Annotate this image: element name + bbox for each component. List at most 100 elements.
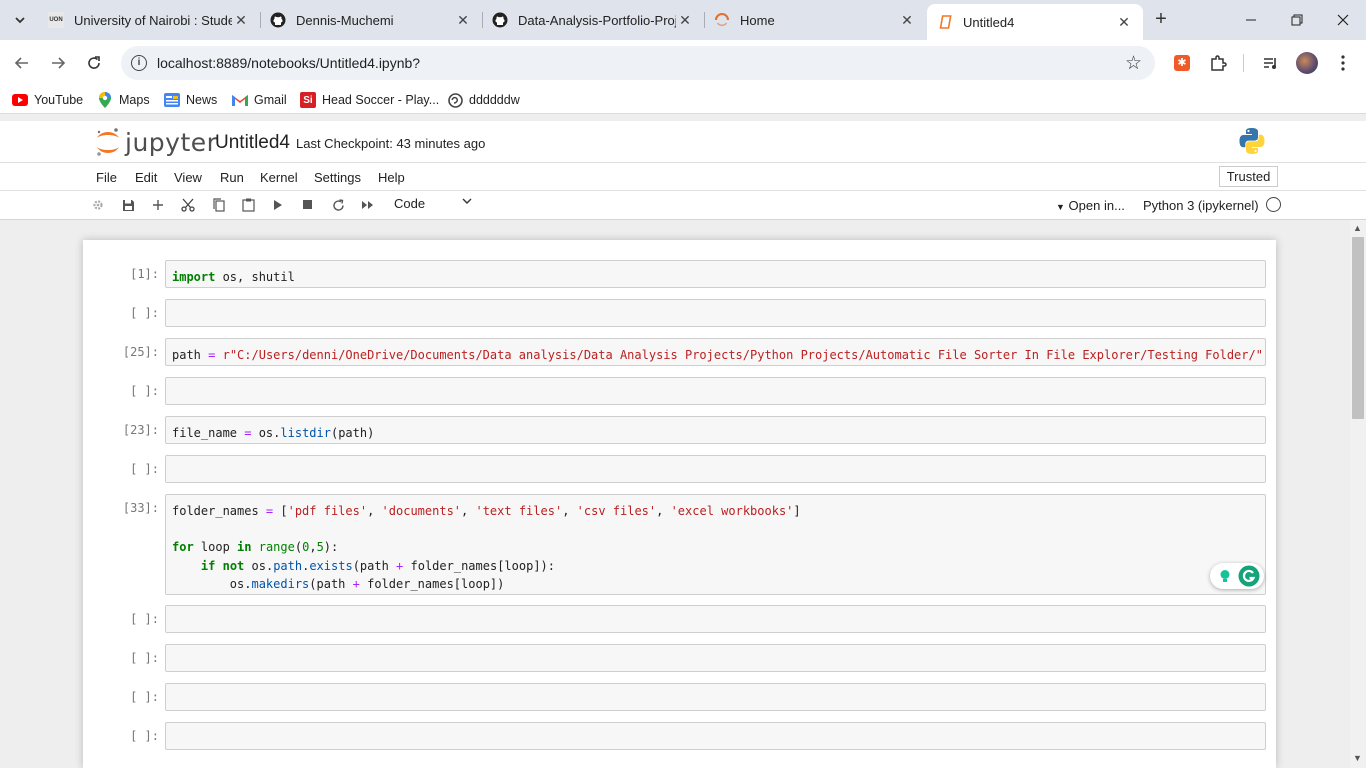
menu-run[interactable]: Run bbox=[220, 170, 244, 185]
browser-tab-dennis-muchemi[interactable]: Dennis-Muchemi ✕ bbox=[260, 0, 482, 40]
bookmark-maps[interactable]: Maps bbox=[97, 91, 150, 109]
cell-prompt: [23]: bbox=[122, 423, 159, 437]
browser-tab-strip: UON University of Nairobi : Studer ✕ Den… bbox=[0, 0, 1366, 40]
menu-view[interactable]: View bbox=[174, 170, 202, 185]
menu-kernel[interactable]: Kernel bbox=[260, 170, 298, 185]
google-news-icon bbox=[164, 92, 180, 108]
close-window-icon[interactable] bbox=[1320, 0, 1366, 40]
jupyter-spinner-icon bbox=[714, 12, 730, 28]
globe-icon bbox=[447, 92, 463, 108]
cell-prompt: [ ]: bbox=[130, 612, 159, 626]
browser-tab-home[interactable]: Home ✕ bbox=[704, 0, 926, 40]
grammarly-widget[interactable] bbox=[1210, 563, 1264, 589]
page-scrollbar[interactable]: ▲ ▼ bbox=[1350, 220, 1366, 768]
python-logo-icon bbox=[1238, 127, 1266, 160]
cell-code: import os, shutil bbox=[172, 270, 295, 284]
browser-menu-kebab-icon[interactable] bbox=[1332, 52, 1354, 74]
cell-code: folder_names = ['pdf files', 'documents'… bbox=[172, 504, 801, 591]
kernel-status-idle-icon bbox=[1266, 197, 1281, 212]
browser-toolbar: i localhost:8889/notebooks/Untitled4.ipy… bbox=[0, 40, 1366, 86]
add-cell-plus-icon[interactable] bbox=[148, 195, 168, 215]
forward-arrow-icon[interactable] bbox=[46, 51, 70, 75]
kernel-name[interactable]: Python 3 (ipykernel) bbox=[1143, 198, 1259, 213]
run-cell-play-icon[interactable] bbox=[268, 195, 288, 215]
run-all-fast-forward-icon[interactable] bbox=[358, 195, 378, 215]
scroll-down-arrow-icon[interactable]: ▼ bbox=[1353, 753, 1362, 763]
close-tab-icon[interactable]: ✕ bbox=[232, 12, 250, 29]
reload-icon[interactable] bbox=[82, 51, 106, 75]
maps-pin-icon bbox=[97, 92, 113, 108]
scroll-up-arrow-icon[interactable]: ▲ bbox=[1353, 223, 1362, 233]
profile-avatar[interactable] bbox=[1296, 52, 1318, 74]
tab-search-chevron-icon[interactable] bbox=[8, 8, 32, 32]
close-tab-icon[interactable]: ✕ bbox=[1115, 14, 1133, 31]
close-tab-icon[interactable]: ✕ bbox=[676, 12, 694, 29]
cell-input[interactable] bbox=[165, 722, 1266, 750]
restart-kernel-icon[interactable] bbox=[328, 195, 348, 215]
cell-input[interactable] bbox=[165, 644, 1266, 672]
gear-icon[interactable] bbox=[88, 195, 108, 215]
extension-orange-icon[interactable]: ✱ bbox=[1171, 52, 1193, 74]
jupyter-logo[interactable]: jupyter bbox=[95, 126, 217, 158]
site-info-icon[interactable]: i bbox=[131, 55, 147, 71]
cell-type-select[interactable]: Code bbox=[388, 196, 474, 215]
browser-tab-data-analysis-portfolio[interactable]: Data-Analysis-Portfolio-Proj ✕ bbox=[482, 0, 704, 40]
cell-input[interactable]: folder_names = ['pdf files', 'documents'… bbox=[165, 494, 1266, 595]
cell-input[interactable]: import os, shutil bbox=[165, 260, 1266, 288]
cell-prompt: [ ]: bbox=[130, 729, 159, 743]
bookmark-news[interactable]: News bbox=[164, 91, 217, 109]
cell-input[interactable] bbox=[165, 455, 1266, 483]
cell-prompt: [1]: bbox=[130, 267, 159, 281]
scrollbar-thumb[interactable] bbox=[1352, 237, 1364, 419]
minimize-icon[interactable] bbox=[1228, 0, 1274, 40]
cell-type-value: Code bbox=[394, 196, 426, 211]
notebook-icon bbox=[937, 14, 953, 30]
menu-edit[interactable]: Edit bbox=[135, 170, 157, 185]
cut-scissors-icon[interactable] bbox=[178, 195, 198, 215]
cell-input[interactable] bbox=[165, 377, 1266, 405]
toolbar-divider bbox=[1243, 54, 1244, 72]
cell-code: file_name = os.listdir(path) bbox=[172, 426, 375, 440]
cell-prompt: [ ]: bbox=[130, 462, 159, 476]
cell-input[interactable] bbox=[165, 683, 1266, 711]
back-arrow-icon[interactable] bbox=[10, 51, 34, 75]
address-bar[interactable]: i localhost:8889/notebooks/Untitled4.ipy… bbox=[121, 46, 1155, 80]
new-tab-plus-icon[interactable]: + bbox=[1150, 9, 1172, 31]
paste-clipboard-icon[interactable] bbox=[238, 195, 258, 215]
bookmark-star-icon[interactable]: ☆ bbox=[1125, 52, 1142, 75]
jupyter-header: jupyter Untitled4 Last Checkpoint: 43 mi… bbox=[0, 121, 1366, 163]
grammarly-g-icon[interactable] bbox=[1238, 565, 1260, 587]
save-icon[interactable] bbox=[118, 195, 138, 215]
bookmark-ddddddw[interactable]: ddddddw bbox=[447, 91, 520, 109]
trusted-badge[interactable]: Trusted bbox=[1219, 166, 1278, 187]
open-in-menu[interactable]: ▼ Open in... bbox=[1056, 198, 1125, 213]
cell-input[interactable] bbox=[165, 605, 1266, 633]
bookmark-youtube[interactable]: YouTube bbox=[12, 91, 83, 109]
interrupt-stop-icon[interactable] bbox=[298, 195, 318, 215]
close-tab-icon[interactable]: ✕ bbox=[898, 12, 916, 29]
browser-tab-uon[interactable]: UON University of Nairobi : Studer ✕ bbox=[38, 0, 260, 40]
menu-help[interactable]: Help bbox=[378, 170, 405, 185]
extensions-puzzle-icon[interactable] bbox=[1207, 52, 1229, 74]
bookmark-gmail[interactable]: Gmail bbox=[232, 91, 287, 109]
cell-input[interactable]: path = r"C:/Users/denni/OneDrive/Documen… bbox=[165, 338, 1266, 366]
github-icon bbox=[492, 12, 508, 28]
caret-down-icon: ▼ bbox=[1056, 202, 1065, 212]
notebook-title[interactable]: Untitled4 bbox=[215, 132, 290, 154]
cell-code: path = r"C:/Users/denni/OneDrive/Documen… bbox=[172, 348, 1263, 362]
browser-tab-untitled4-active[interactable]: Untitled4 ✕ bbox=[927, 4, 1143, 40]
menu-settings[interactable]: Settings bbox=[314, 170, 361, 185]
cell-input[interactable] bbox=[165, 299, 1266, 327]
media-controls-icon[interactable] bbox=[1260, 52, 1282, 74]
last-checkpoint-text: Last Checkpoint: 43 minutes ago bbox=[296, 136, 486, 151]
menu-file[interactable]: File bbox=[96, 170, 117, 185]
restore-window-icon[interactable] bbox=[1274, 0, 1320, 40]
cell-prompt: [ ]: bbox=[130, 384, 159, 398]
close-tab-icon[interactable]: ✕ bbox=[454, 12, 472, 29]
copy-icon[interactable] bbox=[208, 195, 228, 215]
bookmark-head-soccer[interactable]: Si Head Soccer - Play... bbox=[300, 91, 439, 109]
cell-input[interactable]: file_name = os.listdir(path) bbox=[165, 416, 1266, 444]
address-url[interactable]: localhost:8889/notebooks/Untitled4.ipynb… bbox=[157, 55, 420, 71]
head-soccer-icon: Si bbox=[300, 92, 316, 108]
lightbulb-icon[interactable] bbox=[1215, 566, 1235, 586]
